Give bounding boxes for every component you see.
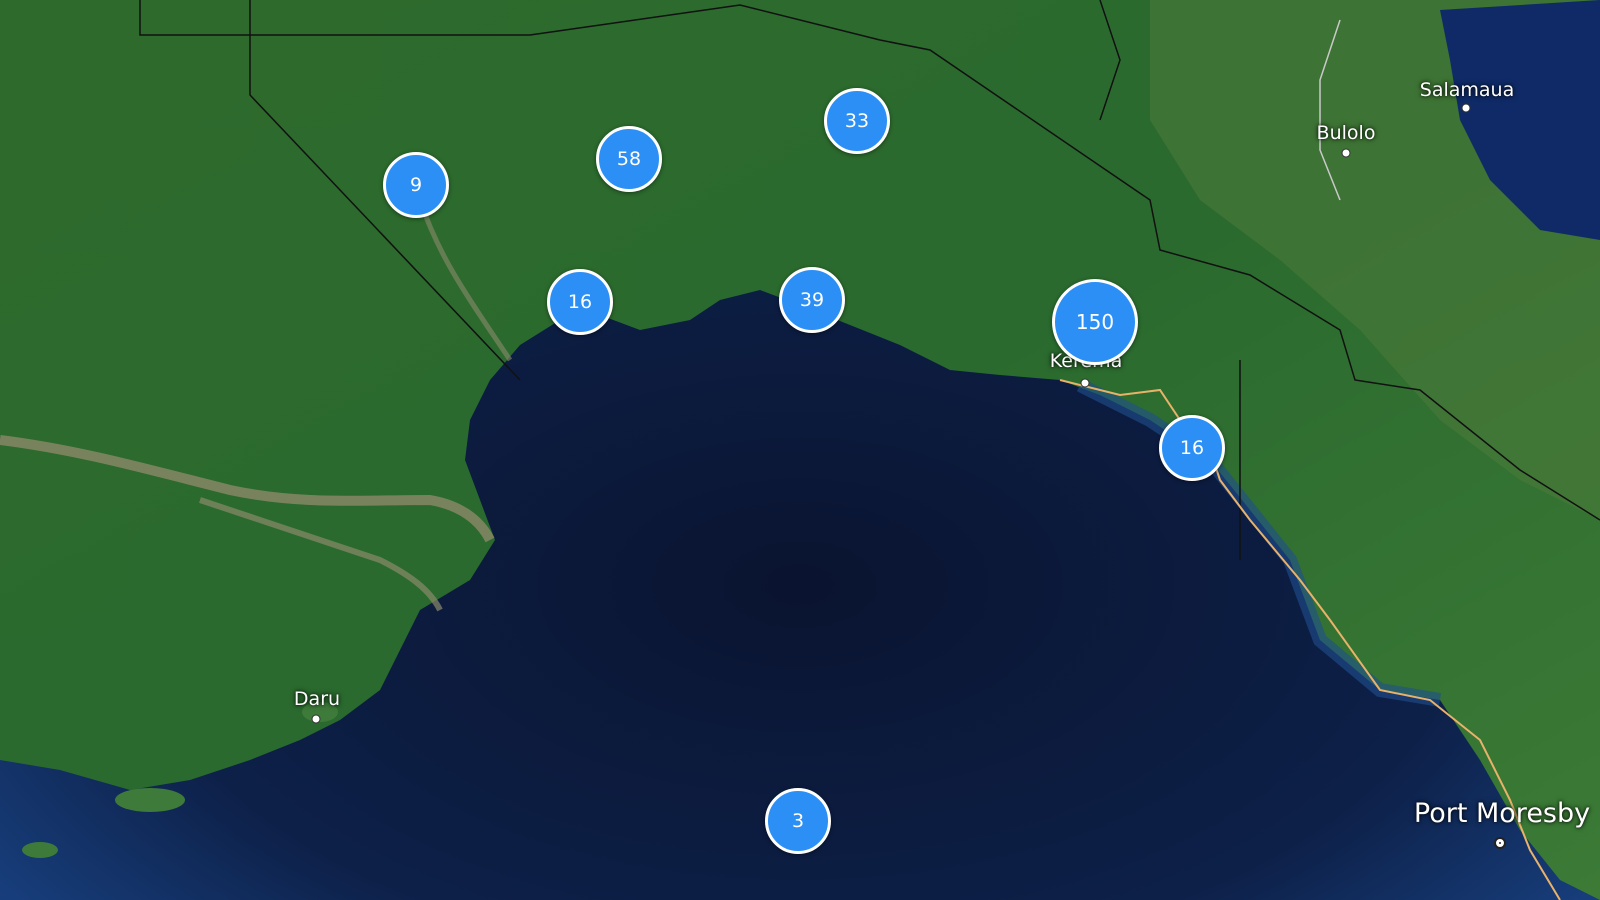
town-marker-kerema	[1080, 378, 1090, 388]
town-marker-bulolo	[1341, 148, 1351, 158]
capital-marker-port-moresby	[1494, 837, 1506, 849]
cluster-marker[interactable]: 16	[1159, 415, 1225, 481]
cluster-marker[interactable]: 33	[824, 88, 890, 154]
place-label-bulolo: Bulolo	[1316, 122, 1376, 144]
cluster-marker[interactable]: 39	[779, 267, 845, 333]
cluster-marker[interactable]: 16	[547, 269, 613, 335]
place-label-salamaua: Salamaua	[1419, 79, 1515, 101]
cluster-marker[interactable]: 150	[1052, 279, 1138, 365]
map-view[interactable]: Salamaua Bulolo Kerema Daru Port Moresby…	[0, 0, 1600, 900]
cluster-marker[interactable]: 3	[765, 788, 831, 854]
cluster-marker[interactable]: 58	[596, 126, 662, 192]
place-label-port-moresby: Port Moresby	[1413, 798, 1591, 829]
town-marker-salamaua	[1461, 103, 1471, 113]
town-marker-daru	[311, 714, 321, 724]
cluster-marker[interactable]: 9	[383, 152, 449, 218]
place-label-daru: Daru	[293, 688, 341, 710]
